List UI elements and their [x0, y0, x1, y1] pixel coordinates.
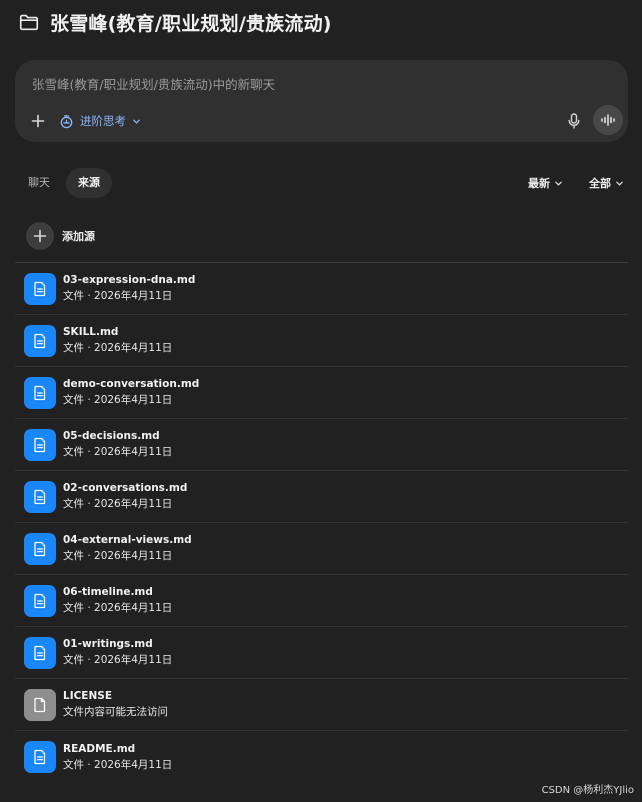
- scope-label: 全部: [589, 177, 611, 190]
- folder-icon: [19, 14, 39, 31]
- source-meta: README.md 文件 · 2026年4月11日: [63, 743, 172, 772]
- sort-dropdown[interactable]: 最新: [528, 175, 563, 191]
- blank-file-icon: [24, 688, 56, 721]
- advanced-think-label: 进阶思考: [80, 114, 126, 128]
- document-icon: [24, 376, 56, 409]
- source-item[interactable]: README.md 文件 · 2026年4月11日: [15, 731, 628, 783]
- source-meta: 02-conversations.md 文件 · 2026年4月11日: [63, 482, 187, 511]
- source-subtitle: 文件 · 2026年4月11日: [63, 342, 173, 354]
- mic-button[interactable]: [564, 110, 584, 132]
- source-subtitle: 文件 · 2026年4月11日: [63, 602, 173, 614]
- source-meta: 01-writings.md 文件 · 2026年4月11日: [63, 638, 172, 667]
- advanced-think-button[interactable]: 进阶思考: [59, 110, 141, 132]
- source-name: 03-expression-dna.md: [63, 274, 196, 286]
- source-item[interactable]: 04-external-views.md 文件 · 2026年4月11日: [15, 523, 628, 575]
- source-item[interactable]: SKILL.md 文件 · 2026年4月11日: [15, 315, 628, 367]
- source-name: 04-external-views.md: [63, 534, 192, 546]
- plus-icon: [31, 114, 45, 128]
- source-name: README.md: [63, 742, 136, 755]
- document-icon: [24, 741, 56, 773]
- source-meta: 05-decisions.md 文件 · 2026年4月11日: [63, 430, 172, 459]
- source-item[interactable]: 01-writings.md 文件 · 2026年4月11日: [15, 627, 628, 679]
- source-item[interactable]: LICENSE 文件内容可能无法访问: [15, 679, 628, 731]
- attach-button[interactable]: [28, 111, 48, 131]
- document-icon: [24, 324, 56, 357]
- source-name: 05-decisions.md: [63, 430, 160, 442]
- think-icon: [60, 114, 73, 128]
- source-name: 06-timeline.md: [63, 586, 153, 598]
- source-subtitle: 文件 · 2026年4月11日: [63, 394, 173, 406]
- scope-dropdown[interactable]: 全部: [589, 175, 624, 191]
- chevron-down-icon: [555, 181, 562, 186]
- tab-bar: 聊天 来源: [16, 168, 112, 198]
- source-name: SKILL.md: [63, 326, 119, 338]
- tab-chat[interactable]: 聊天: [16, 168, 62, 198]
- project-title: 张雪峰(教育/职业规划/贵族流动): [50, 12, 332, 35]
- source-item[interactable]: demo-conversation.md 文件 · 2026年4月11日: [15, 367, 628, 419]
- source-subtitle: 文件 · 2026年4月11日: [63, 550, 173, 562]
- add-source-circle: [26, 222, 54, 250]
- source-list: 03-expression-dna.md 文件 · 2026年4月11日 SKILL…: [15, 262, 628, 783]
- source-meta: 04-external-views.md 文件 · 2026年4月11日: [63, 534, 192, 563]
- source-meta: 06-timeline.md 文件 · 2026年4月11日: [63, 586, 172, 615]
- source-name: 02-conversations.md: [63, 482, 188, 494]
- source-subtitle: 文件 · 2026年4月11日: [63, 498, 173, 510]
- source-meta: LICENSE 文件内容可能无法访问: [63, 690, 168, 719]
- chevron-down-icon: [133, 119, 140, 124]
- source-meta: demo-conversation.md 文件 · 2026年4月11日: [63, 378, 199, 407]
- voice-mode-button[interactable]: [593, 105, 623, 135]
- add-source-button[interactable]: 添加源: [26, 222, 95, 250]
- tab-sources[interactable]: 来源: [66, 168, 112, 198]
- composer-input[interactable]: 张雪峰(教育/职业规划/贵族流动)中的新聊天: [32, 74, 275, 93]
- mic-icon: [568, 113, 580, 129]
- document-icon: [24, 532, 56, 565]
- source-meta: 03-expression-dna.md 文件 · 2026年4月11日: [63, 274, 195, 303]
- project-header: 张雪峰(教育/职业规划/贵族流动): [18, 8, 332, 36]
- app-root: 张雪峰(教育/职业规划/贵族流动) 张雪峰(教育/职业规划/贵族流动)中的新聊天…: [0, 0, 642, 802]
- source-meta: SKILL.md 文件 · 2026年4月11日: [63, 326, 172, 355]
- source-subtitle: 文件 · 2026年4月11日: [63, 446, 173, 458]
- source-subtitle: 文件 · 2026年4月11日: [63, 758, 173, 771]
- source-subtitle: 文件 · 2026年4月11日: [63, 654, 173, 666]
- source-subtitle: 文件内容可能无法访问: [63, 706, 168, 718]
- plus-icon: [33, 229, 47, 243]
- source-name: 01-writings.md: [63, 638, 153, 650]
- source-name: LICENSE: [63, 690, 112, 702]
- chevron-down-icon: [616, 181, 623, 186]
- document-icon: [24, 584, 56, 617]
- source-subtitle: 文件 · 2026年4月11日: [63, 290, 173, 302]
- document-icon: [24, 636, 56, 669]
- document-icon: [24, 272, 56, 305]
- chat-composer[interactable]: 张雪峰(教育/职业规划/贵族流动)中的新聊天 进阶思考: [15, 60, 628, 142]
- voice-wave-icon: [601, 114, 615, 126]
- source-item[interactable]: 02-conversations.md 文件 · 2026年4月11日: [15, 471, 628, 523]
- sort-label: 最新: [528, 177, 550, 190]
- source-item[interactable]: 06-timeline.md 文件 · 2026年4月11日: [15, 575, 628, 627]
- source-item[interactable]: 05-decisions.md 文件 · 2026年4月11日: [15, 419, 628, 471]
- source-item[interactable]: 03-expression-dna.md 文件 · 2026年4月11日: [15, 263, 628, 315]
- watermark: CSDN @杨利杰YJlio: [541, 785, 634, 796]
- filter-bar: 最新 全部: [528, 168, 624, 198]
- source-name: demo-conversation.md: [63, 378, 200, 390]
- add-source-label: 添加源: [62, 230, 95, 243]
- document-icon: [24, 428, 56, 461]
- document-icon: [24, 480, 56, 513]
